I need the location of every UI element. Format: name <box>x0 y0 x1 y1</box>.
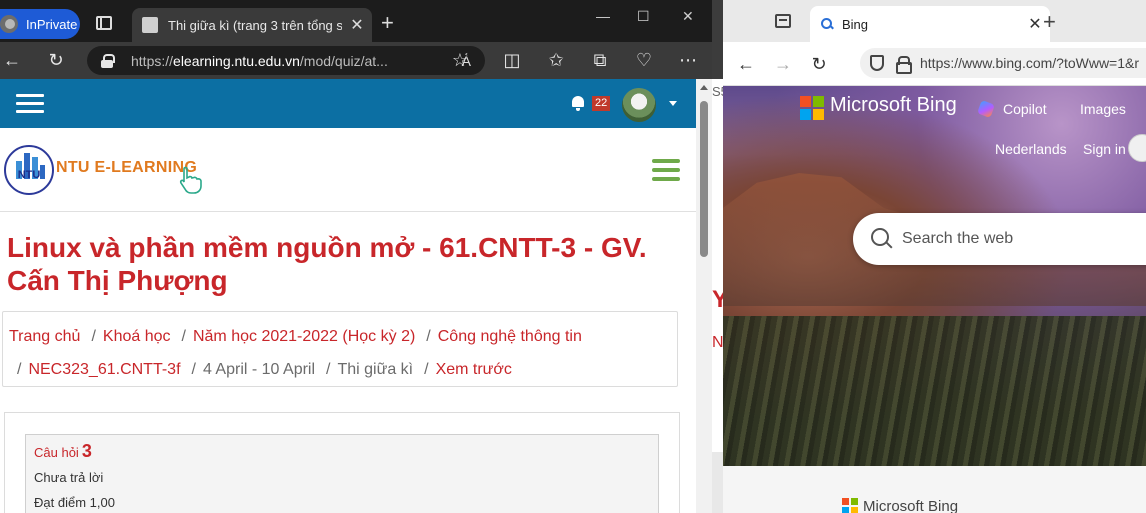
breadcrumb-preview[interactable]: Xem trước <box>436 361 512 378</box>
breadcrumb-department[interactable]: Công nghệ thông tin <box>438 328 582 345</box>
images-link[interactable]: Images <box>1080 101 1126 117</box>
course-menu-icon[interactable] <box>652 159 680 181</box>
tab-quiz[interactable]: Thi giữa kì (trang 3 trên tổng số 1 ✕ <box>132 8 372 42</box>
maximize-button[interactable]: ☐ <box>637 8 650 25</box>
tab-bing[interactable]: Bing ✕ <box>810 6 1050 42</box>
question-container: Câu hỏi 3 Chưa trả lời Đạt điểm 1,00 <box>4 412 680 513</box>
back-arrow-icon[interactable]: ← <box>736 53 756 75</box>
moodle-favicon-icon <box>142 17 158 33</box>
more-menu-icon[interactable]: ⋯ <box>676 49 700 71</box>
refresh-icon[interactable]: ↻ <box>809 53 829 75</box>
breadcrumb-week: 4 April - 10 April <box>202 361 316 378</box>
page-scrollbar[interactable] <box>696 79 712 513</box>
close-window-button[interactable]: ✕ <box>682 8 694 25</box>
right-toolbar: ← → ↻ https://www.bing.com/?toWww=1&r <box>723 42 1146 86</box>
moodle-page: 22 NTU NTU E-LEARNING Linux và phần mềm … <box>0 79 696 513</box>
breadcrumb-home[interactable]: Trang chủ <box>9 328 80 345</box>
pointing-hand-icon <box>179 166 202 194</box>
url-scheme: https:// <box>131 52 174 69</box>
tab-title: Thi giữa kì (trang 3 trên tổng số 1 <box>168 17 342 33</box>
favorites-list-icon[interactable]: ✩ <box>544 49 568 71</box>
question-label: Câu hỏi <box>34 445 79 460</box>
lock-icon <box>101 53 115 68</box>
breadcrumb-course-code[interactable]: NEC323_61.CNTT-3f <box>28 361 180 378</box>
moodle-navbar: 22 <box>0 79 696 128</box>
url-host: elearning.ntu.edu.vn <box>173 52 300 69</box>
question-grade: Đạt điểm 1,00 <box>34 495 115 510</box>
tab-actions-icon[interactable] <box>775 14 791 28</box>
footer-brand: Microsoft Bing <box>863 498 959 513</box>
address-bar[interactable]: https://elearning.ntu.edu.vn/mod/quiz/at… <box>87 46 485 75</box>
back-arrow-icon[interactable]: ← <box>0 49 24 71</box>
microsoft-logo-icon[interactable] <box>800 96 824 120</box>
right-browser-window: Bing ✕ + ← → ↻ https://www.bing.com/?toW… <box>723 0 1146 513</box>
user-menu-caret-icon[interactable] <box>669 101 677 106</box>
left-toolbar: ← ↻ https://elearning.ntu.edu.vn/mod/qui… <box>0 42 712 79</box>
bing-brand-link[interactable]: Microsoft Bing <box>830 94 957 117</box>
inprivate-badge[interactable]: InPrivate <box>0 9 80 39</box>
ntu-badge-logo: NTU <box>4 145 54 195</box>
new-tab-button[interactable]: + <box>1043 10 1056 34</box>
right-tab-strip: Bing ✕ + <box>723 0 1146 42</box>
scrollbar-thumb[interactable] <box>700 101 708 257</box>
address-bar[interactable]: https://www.bing.com/?toWww=1&r <box>860 48 1146 78</box>
tab-title: Bing <box>842 16 869 32</box>
left-browser-window: InPrivate Thi giữa kì (trang 3 trên tổng… <box>0 0 712 513</box>
copilot-link[interactable]: Copilot <box>1003 101 1047 117</box>
breadcrumb-courses[interactable]: Khoá học <box>103 328 171 345</box>
collections-icon[interactable]: ⧉ <box>588 49 612 71</box>
scroll-up-arrow-icon[interactable] <box>700 85 708 90</box>
breadcrumb-school-year[interactable]: Năm học 2021-2022 (Học kỳ 2) <box>193 328 415 345</box>
bing-search-favicon-icon <box>820 17 834 31</box>
inprivate-label: InPrivate <box>26 16 78 32</box>
question-info-box: Câu hỏi 3 Chưa trả lời Đạt điểm 1,00 <box>25 434 659 513</box>
notification-count-badge: 22 <box>592 96 611 111</box>
profile-icon <box>0 13 20 35</box>
breadcrumb: Trang chủ / Khoá học / Năm học 2021-2022 (Họ… <box>2 311 678 387</box>
search-input[interactable]: Search the web <box>853 213 1146 265</box>
split-screen-icon[interactable]: ◫ <box>500 49 524 71</box>
breadcrumb-quiz: Thi giữa kì <box>337 361 414 378</box>
microsoft-logo-small-icon <box>842 498 858 513</box>
favorite-star-icon[interactable]: ☆ <box>448 49 472 71</box>
lock-icon <box>896 56 912 74</box>
search-placeholder: Search the web <box>902 230 1014 247</box>
browser-essentials-icon[interactable]: ♡ <box>632 49 656 71</box>
url-text: https://www.bing.com/?toWww=1&r <box>920 55 1140 71</box>
new-tab-button[interactable]: + <box>381 10 394 36</box>
left-tab-strip: InPrivate Thi giữa kì (trang 3 trên tổng… <box>0 0 712 42</box>
bing-homepage: Microsoft Bing Copilot Images Nederlands… <box>723 86 1146 513</box>
minimize-button[interactable]: — <box>596 8 610 24</box>
forward-arrow-icon[interactable]: → <box>773 53 793 75</box>
tab-close-icon[interactable]: ✕ <box>342 15 372 35</box>
sign-in-link[interactable]: Sign in <box>1083 141 1126 157</box>
user-avatar[interactable] <box>622 88 656 122</box>
badge-text: NTU <box>17 169 41 181</box>
search-icon <box>871 228 893 250</box>
language-link[interactable]: Nederlands <box>995 141 1067 157</box>
background-window-strip: S5 Y N <box>712 0 728 513</box>
question-state: Chưa trả lời <box>34 470 104 485</box>
ntu-elearning-logo[interactable]: NTU NTU E-LEARNING <box>4 145 204 195</box>
tracking-shield-icon[interactable] <box>870 55 884 71</box>
background-fragment-3: N <box>712 334 724 351</box>
drawer-toggle-icon[interactable] <box>16 94 44 114</box>
question-number: 3 <box>81 441 92 461</box>
tab-actions-icon[interactable] <box>96 16 112 30</box>
url-path: /mod/quiz/at... <box>299 52 388 69</box>
course-title: Linux và phần mềm nguồn mở - 61.CNTT-3 -… <box>7 232 647 296</box>
header-divider <box>0 211 696 212</box>
refresh-icon[interactable]: ↻ <box>44 49 68 71</box>
notification-bell-icon[interactable] <box>570 94 586 112</box>
